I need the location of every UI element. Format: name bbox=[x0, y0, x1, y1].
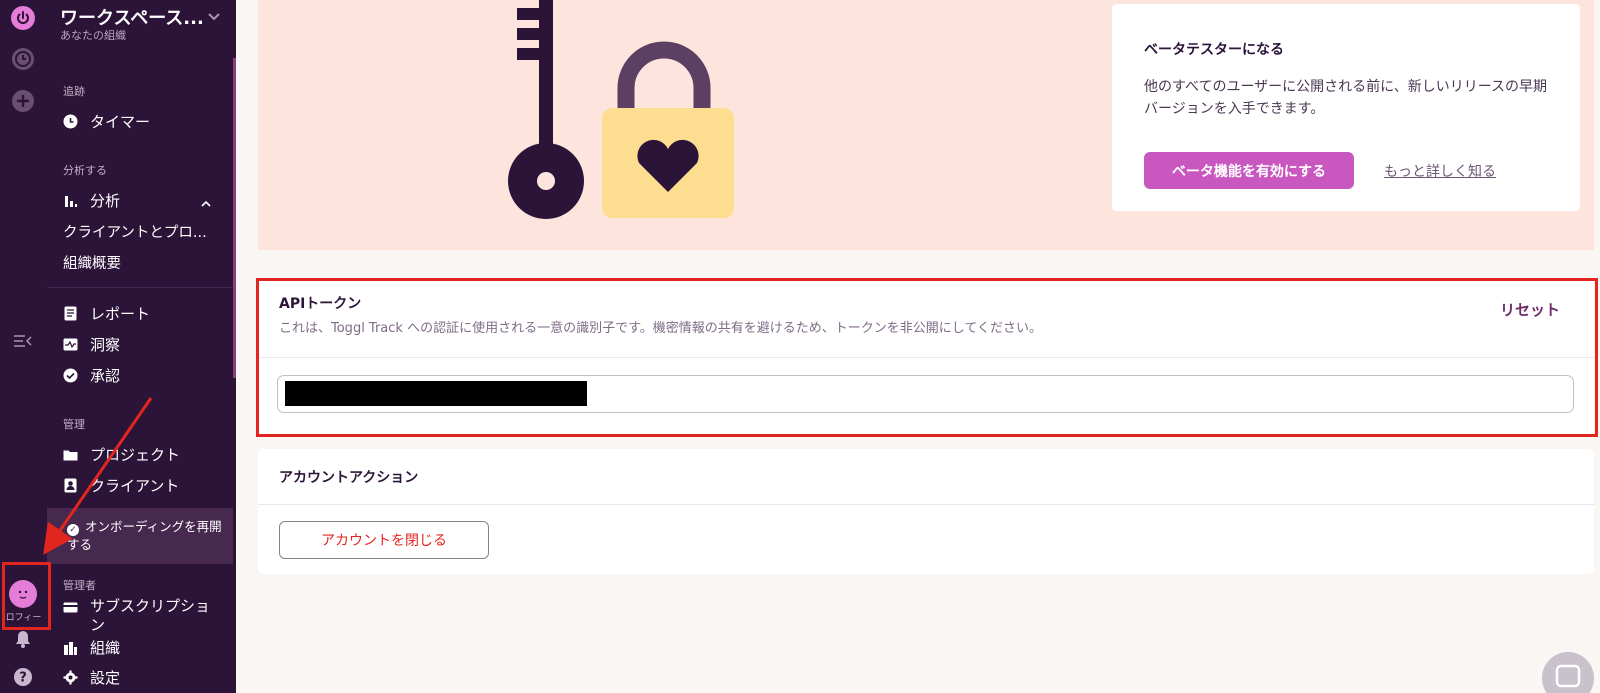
chat-support-button[interactable] bbox=[1542, 652, 1594, 693]
enable-beta-button[interactable]: ベータ機能を有効にする bbox=[1144, 152, 1354, 189]
sidebar-item-label: 設定 bbox=[90, 669, 121, 687]
sidebar-item-org-overview[interactable]: 組織概要 bbox=[63, 252, 121, 273]
collapse-sidebar-icon[interactable] bbox=[10, 328, 36, 354]
sidebar-item-label: 洞察 bbox=[90, 336, 121, 354]
learn-more-link[interactable]: もっと詳しく知る bbox=[1384, 161, 1496, 181]
add-icon[interactable] bbox=[10, 88, 36, 114]
sidebar-item-organization[interactable]: 組織 bbox=[63, 637, 120, 658]
beta-hero-section: ベータテスターになる 他のすべてのユーザーに公開される前に、新しいリリースの早期… bbox=[258, 0, 1594, 250]
sidebar-item-projects[interactable]: プロジェクト bbox=[63, 444, 180, 465]
report-icon bbox=[63, 306, 78, 321]
divider bbox=[258, 357, 1594, 358]
account-actions-card: アカウントアクション アカウントを閉じる bbox=[258, 449, 1594, 574]
check-circle-icon bbox=[63, 368, 78, 383]
beta-title: ベータテスターになる bbox=[1144, 42, 1284, 58]
sidebar: ワークスペース... あなたの組織 追跡 タイマー 分析する 分析 クライアント… bbox=[47, 0, 236, 693]
sidebar-item-label: タイマー bbox=[90, 113, 151, 131]
reset-token-button[interactable]: リセット bbox=[1500, 299, 1560, 320]
redacted-token bbox=[285, 381, 587, 406]
onboarding-label: オンボーディングを再開する bbox=[67, 519, 222, 552]
resume-onboarding-button[interactable]: ✓ オンボーディングを再開する bbox=[47, 508, 233, 564]
workspace-subtitle: あなたの組織 bbox=[60, 29, 126, 42]
chevron-down-icon[interactable] bbox=[207, 7, 221, 26]
avatar-label: ロフィー bbox=[5, 613, 42, 623]
sidebar-item-approvals[interactable]: 承認 bbox=[63, 365, 120, 386]
close-account-button[interactable]: アカウントを閉じる bbox=[279, 521, 489, 559]
sidebar-item-label: レポート bbox=[90, 305, 151, 323]
divider bbox=[258, 504, 1594, 505]
section-label-manage: 管理 bbox=[63, 418, 85, 431]
chevron-up-icon[interactable] bbox=[201, 193, 211, 212]
api-token-field[interactable] bbox=[277, 375, 1574, 413]
sidebar-item-label: 分析 bbox=[90, 192, 121, 210]
sidebar-item-clients-projects[interactable]: クライアントとプロ... bbox=[63, 221, 207, 242]
svg-text:?: ? bbox=[19, 671, 27, 686]
sidebar-item-label: 承認 bbox=[90, 367, 121, 385]
avatar[interactable] bbox=[9, 580, 37, 608]
api-token-title: APIトークン bbox=[279, 296, 362, 312]
client-icon bbox=[63, 478, 78, 493]
beta-description: 他のすべてのユーザーに公開される前に、新しいリリースの早期バージョンを入手できま… bbox=[1144, 79, 1548, 117]
icon-rail: ロフィー ? bbox=[0, 0, 47, 693]
sidebar-item-timer[interactable]: タイマー bbox=[63, 111, 150, 132]
bell-icon[interactable] bbox=[10, 626, 36, 652]
section-label-admin: 管理者 bbox=[63, 579, 96, 592]
sidebar-item-reports[interactable]: レポート bbox=[63, 303, 150, 324]
clock-icon[interactable] bbox=[10, 46, 36, 72]
insights-icon bbox=[63, 337, 78, 352]
beta-card: ベータテスターになる 他のすべてのユーザーに公開される前に、新しいリリースの早期… bbox=[1112, 4, 1580, 211]
sidebar-item-label: クライアントとプロ... bbox=[63, 225, 207, 241]
gear-icon bbox=[63, 670, 78, 685]
sidebar-item-insights[interactable]: 洞察 bbox=[63, 334, 120, 355]
help-icon[interactable]: ? bbox=[10, 664, 36, 690]
sidebar-item-label: 組織 bbox=[90, 639, 121, 657]
sidebar-item-subscription[interactable]: サブスクリプション bbox=[63, 597, 223, 635]
power-icon[interactable] bbox=[10, 5, 36, 31]
sidebar-item-label: プロジェクト bbox=[90, 446, 181, 464]
sidebar-item-label: サブスクリプション bbox=[90, 597, 211, 634]
section-label-analyze: 分析する bbox=[63, 164, 107, 177]
clock-icon bbox=[63, 114, 78, 129]
sidebar-item-label: 組織概要 bbox=[63, 256, 121, 272]
building-icon bbox=[63, 640, 78, 655]
api-token-card: APIトークン これは、Toggl Track への認証に使用される一意の識別子… bbox=[258, 279, 1594, 436]
sidebar-item-clients[interactable]: クライアント bbox=[63, 475, 179, 496]
sidebar-item-settings[interactable]: 設定 bbox=[63, 667, 120, 688]
account-actions-title: アカウントアクション bbox=[279, 470, 419, 486]
sidebar-item-analytics[interactable]: 分析 bbox=[63, 190, 120, 211]
sidebar-item-label: クライアント bbox=[90, 477, 180, 495]
bar-chart-icon bbox=[63, 193, 78, 208]
scrollbar[interactable] bbox=[233, 58, 236, 378]
credit-card-icon bbox=[63, 600, 78, 615]
api-token-description: これは、Toggl Track への認証に使用される一意の識別子です。機密情報の… bbox=[279, 321, 1043, 336]
sidebar-divider bbox=[47, 287, 233, 288]
folder-icon bbox=[63, 447, 78, 462]
key-lock-illustration bbox=[508, 0, 748, 226]
check-circle-icon: ✓ bbox=[67, 524, 79, 536]
section-label-track: 追跡 bbox=[63, 85, 85, 98]
